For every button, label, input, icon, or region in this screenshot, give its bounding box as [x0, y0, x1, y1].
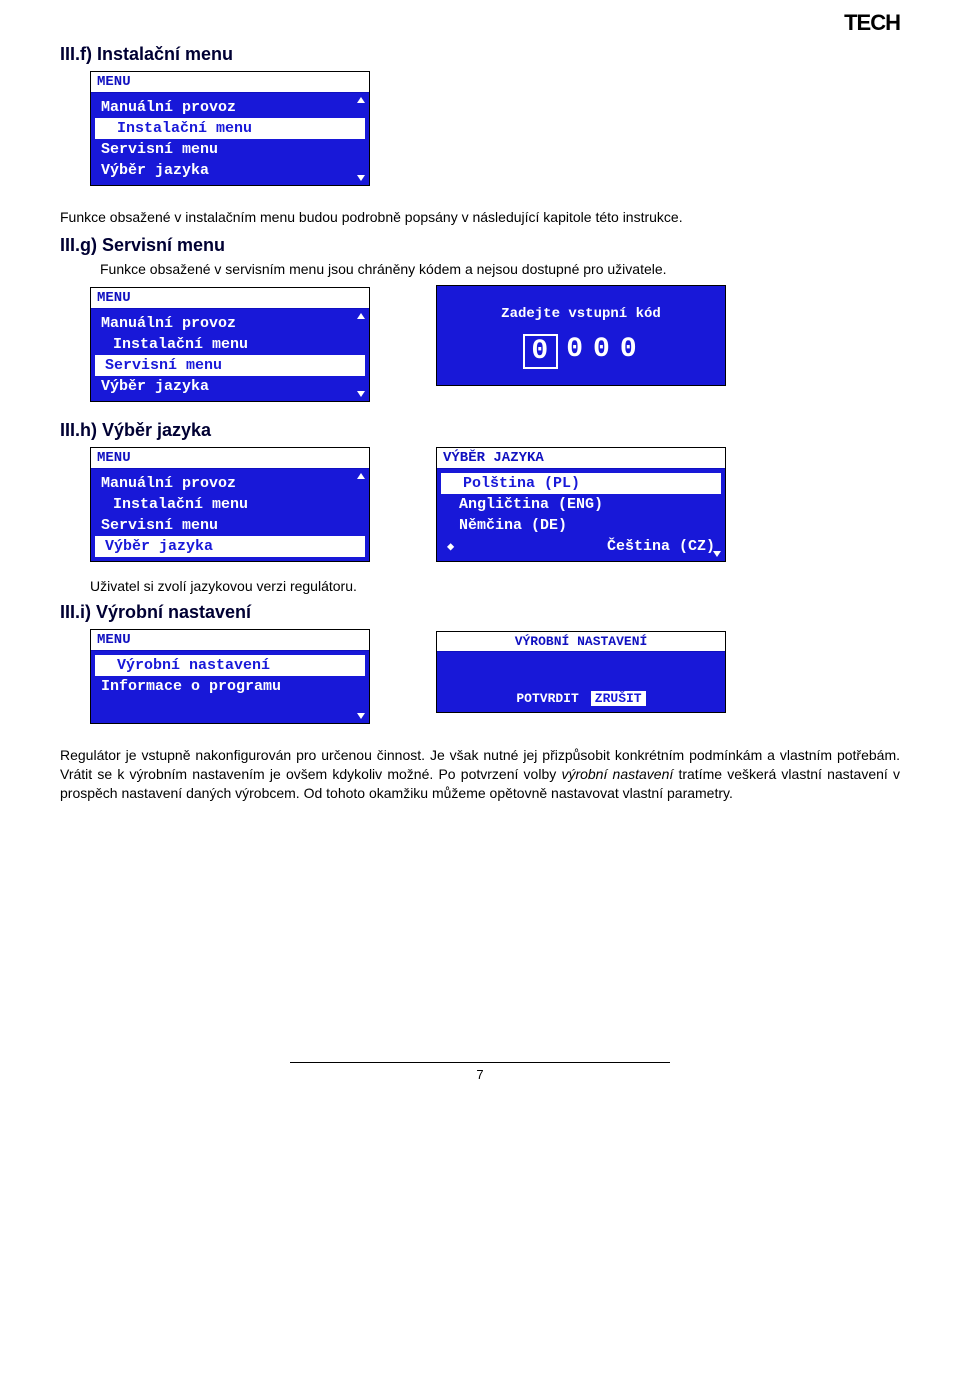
- menu-item-selected[interactable]: Servisní menu: [95, 355, 365, 376]
- chevron-down-icon: [357, 391, 365, 397]
- lcd-menu-g: MENU Manuální provoz Instalační menu Ser…: [90, 287, 370, 402]
- paragraph-i: Regulátor je vstupně nakonfigurován pro …: [60, 746, 900, 803]
- menu-item[interactable]: Servisní menu: [91, 139, 369, 160]
- lcd-code-entry: Zadejte vstupní kód 0 0 0 0: [436, 285, 726, 386]
- code-digit-selected[interactable]: 0: [523, 334, 558, 369]
- menu-item[interactable]: Servisní menu: [91, 515, 369, 536]
- menu-item[interactable]: Manuální provoz: [91, 313, 369, 334]
- menu-item[interactable]: Výběr jazyka: [91, 160, 369, 181]
- lcd-language: VÝBĚR JAZYKA Polština (PL) Angličtina (E…: [436, 447, 726, 562]
- chevron-up-icon: [357, 97, 365, 103]
- factory-item[interactable]: Informace o programu: [91, 676, 369, 697]
- menu-item[interactable]: Výběr jazyka: [91, 376, 369, 397]
- factory-item-selected[interactable]: Výrobní nastavení: [95, 655, 365, 676]
- scroll-indicator: [356, 313, 366, 397]
- paragraph-f: Funkce obsažené v instalačním menu budou…: [60, 208, 900, 227]
- menu-item-selected[interactable]: Výběr jazyka: [95, 536, 365, 557]
- heading-h: III.h) Výběr jazyka: [60, 420, 900, 441]
- chevron-down-icon: [357, 713, 365, 719]
- lcd-title: MENU: [91, 630, 369, 651]
- lcd-title: MENU: [91, 72, 369, 93]
- lcd-confirm: VÝROBNÍ NASTAVENÍ POTVRDIT ZRUŠIT: [436, 631, 726, 713]
- cancel-button[interactable]: ZRUŠIT: [591, 691, 646, 706]
- lcd-menu-h: MENU Manuální provoz Instalační menu Ser…: [90, 447, 370, 562]
- page-footer: 7: [60, 1062, 900, 1082]
- lcd-title: VÝBĚR JAZYKA: [437, 448, 725, 469]
- page-number: 7: [60, 1067, 900, 1082]
- heading-i: III.i) Výrobní nastavení: [60, 602, 900, 623]
- confirm-title: VÝROBNÍ NASTAVENÍ: [437, 632, 725, 652]
- code-digit[interactable]: 0: [566, 334, 585, 369]
- menu-item[interactable]: Manuální provoz: [91, 473, 369, 494]
- confirm-button[interactable]: POTVRDIT: [516, 691, 578, 706]
- chevron-down-icon: [713, 551, 721, 557]
- chevron-up-icon: [713, 473, 721, 479]
- lang-item-selected[interactable]: Polština (PL): [441, 473, 721, 494]
- heading-g: III.g) Servisní menu: [60, 235, 900, 256]
- menu-item[interactable]: Manuální provoz: [91, 97, 369, 118]
- scroll-indicator: [712, 473, 722, 557]
- menu-item[interactable]: Instalační menu: [91, 494, 369, 515]
- bullet-icon: ◆: [447, 539, 454, 554]
- code-digits[interactable]: 0 0 0 0: [437, 334, 725, 369]
- code-digit[interactable]: 0: [593, 334, 612, 369]
- menu-item-selected[interactable]: Instalační menu: [95, 118, 365, 139]
- chevron-down-icon: [357, 175, 365, 181]
- chevron-down-icon: [357, 551, 365, 557]
- scroll-indicator: [356, 97, 366, 181]
- code-label: Zadejte vstupní kód: [437, 306, 725, 322]
- page-header: TECH: [60, 10, 900, 36]
- lcd-menu-f: MENU Manuální provoz Instalační menu Ser…: [90, 71, 370, 186]
- code-digit[interactable]: 0: [620, 334, 639, 369]
- lcd-factory-menu: MENU Výrobní nastavení Informace o progr…: [90, 629, 370, 724]
- lang-item-active[interactable]: ◆Čeština (CZ): [437, 536, 725, 557]
- menu-item[interactable]: Instalační menu: [91, 334, 369, 355]
- chevron-up-icon: [357, 473, 365, 479]
- chevron-up-icon: [357, 313, 365, 319]
- lang-item[interactable]: Angličtina (ENG): [437, 494, 725, 515]
- heading-f: III.f) Instalační menu: [60, 44, 900, 65]
- scroll-indicator: [356, 655, 366, 719]
- note-h: Uživatel si zvolí jazykovou verzi regulá…: [90, 578, 900, 594]
- scroll-indicator: [356, 473, 366, 557]
- footer-divider: [290, 1062, 670, 1063]
- chevron-up-icon: [357, 655, 365, 661]
- paragraph-g: Funkce obsažené v servisním menu jsou ch…: [60, 260, 900, 279]
- lcd-title: MENU: [91, 448, 369, 469]
- brand-logo: TECH: [844, 10, 900, 36]
- lang-item[interactable]: Němčina (DE): [437, 515, 725, 536]
- lcd-title: MENU: [91, 288, 369, 309]
